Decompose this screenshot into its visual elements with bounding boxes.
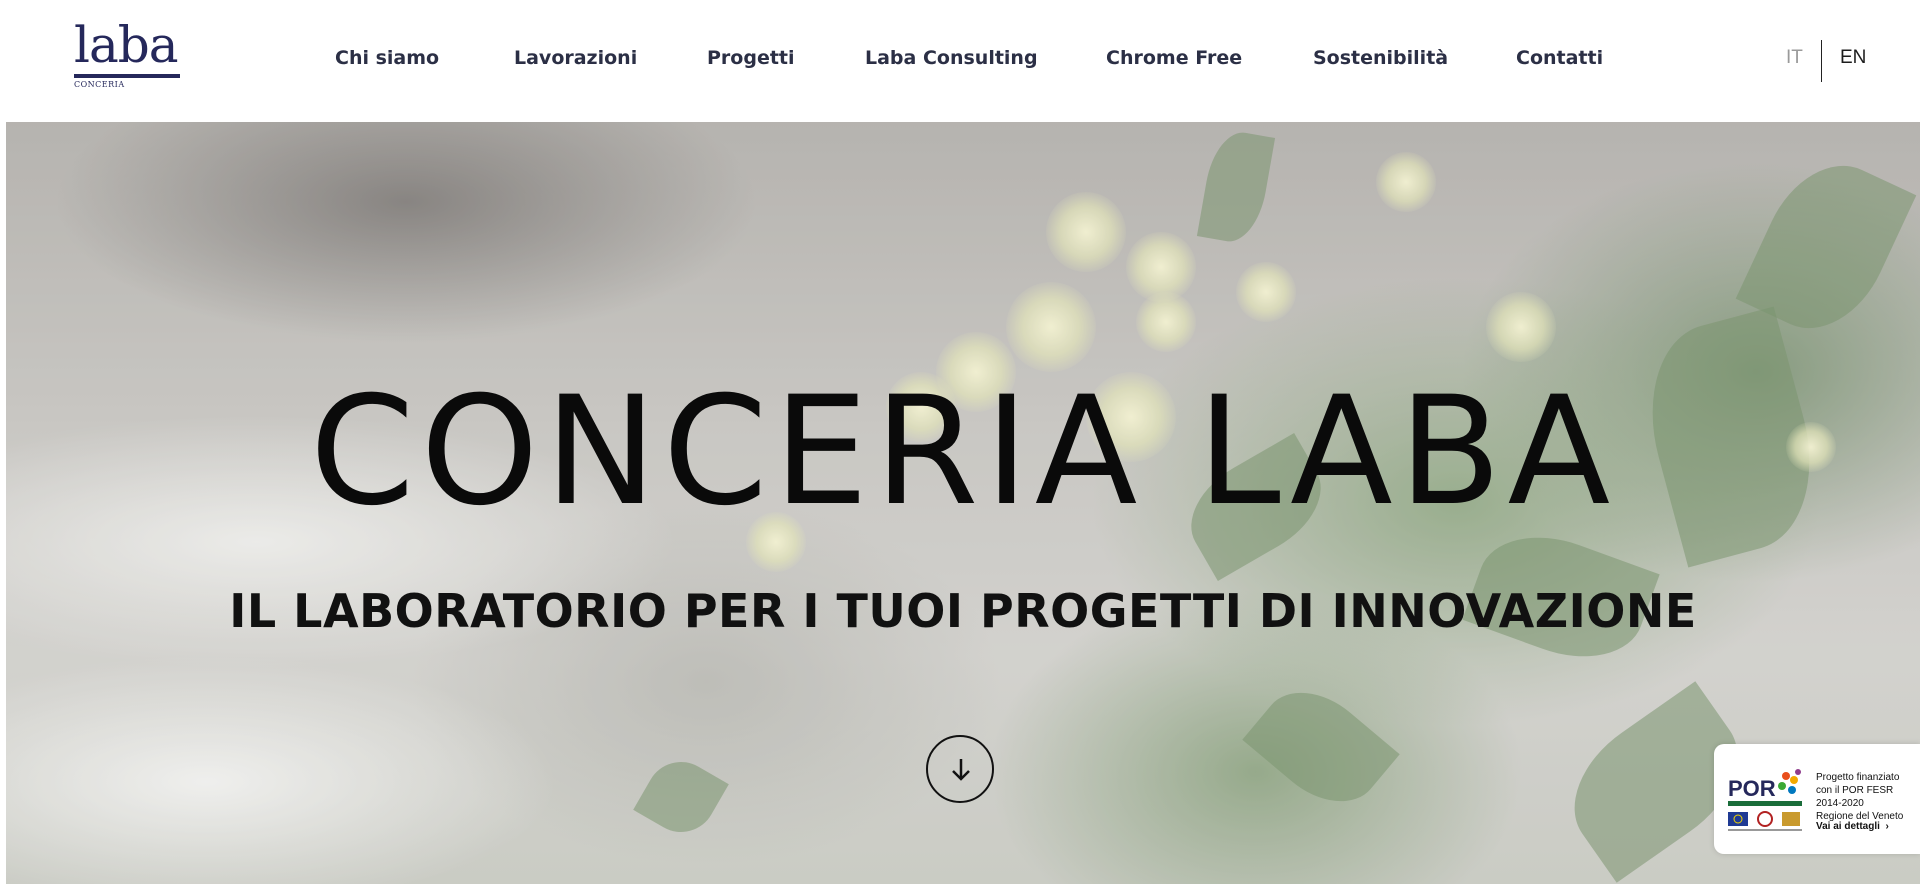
lang-en-link[interactable]: EN xyxy=(1840,47,1866,69)
hero-section: CONCERIA LABA IL LABORATORIO PER I TUOI … xyxy=(6,122,1920,884)
por-line-2: con il POR FESR xyxy=(1816,785,1894,796)
logo-subtitle: CONCERIA xyxy=(74,80,125,89)
por-fesr-description: Progetto finanziato con il POR FESR 2014… xyxy=(1816,771,1916,823)
chevron-right-icon: › xyxy=(1882,821,1889,832)
nav-item-chi-siamo[interactable]: Chi siamo xyxy=(335,47,439,69)
logo[interactable]: laba CONCERIA xyxy=(74,20,184,90)
por-details-link[interactable]: Vai ai dettagli › xyxy=(1816,821,1889,832)
site-header: laba CONCERIA Chi siamo Lavorazioni Prog… xyxy=(0,0,1920,122)
hero-subtitle: IL LABORATORIO PER I TUOI PROGETTI DI IN… xyxy=(229,584,1697,638)
nav-item-progetti[interactable]: Progetti xyxy=(707,47,795,69)
por-line-3: 2014-2020 xyxy=(1816,798,1864,809)
lang-it-link[interactable]: IT xyxy=(1786,47,1803,69)
por-line-1: Progetto finanziato xyxy=(1816,772,1900,783)
por-fesr-logo: POR xyxy=(1728,768,1802,832)
svg-text:POR: POR xyxy=(1728,776,1776,801)
logo-underline xyxy=(74,74,180,78)
por-details-label: Vai ai dettagli xyxy=(1816,821,1880,832)
nav-item-laba-consulting[interactable]: Laba Consulting xyxy=(865,47,1038,69)
nav-item-contatti[interactable]: Contatti xyxy=(1516,47,1603,69)
por-fesr-badge[interactable]: POR Progetto finanziato con il POR FESR … xyxy=(1714,744,1920,854)
hero-title: CONCERIA LABA xyxy=(309,365,1617,539)
logo-word: laba xyxy=(74,16,179,74)
lang-divider xyxy=(1821,40,1822,82)
nav-item-sostenibilita[interactable]: Sostenibilità xyxy=(1313,47,1448,69)
scroll-down-button[interactable] xyxy=(926,735,994,803)
nav-item-chrome-free[interactable]: Chrome Free xyxy=(1106,47,1242,69)
nav-item-lavorazioni[interactable]: Lavorazioni xyxy=(514,47,637,69)
